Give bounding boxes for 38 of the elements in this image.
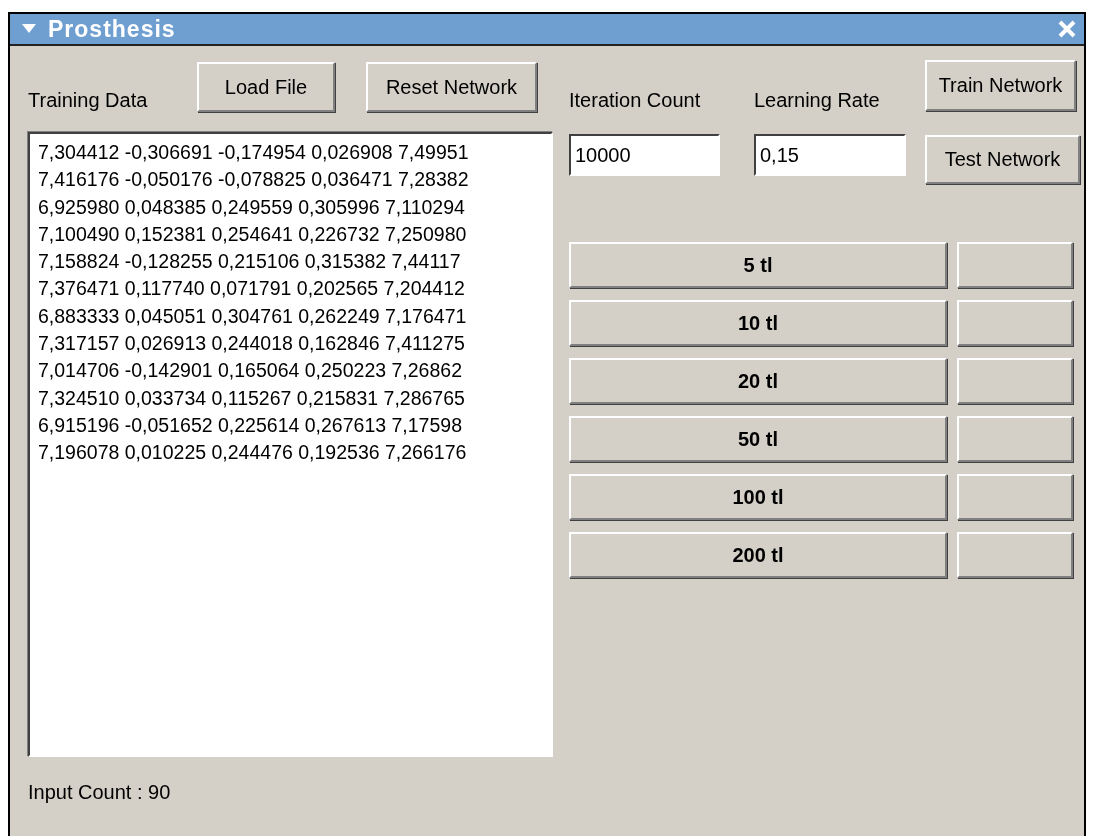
- field-label: Learning Rate: [754, 89, 881, 112]
- amount-button[interactable]: 200 tl: [569, 532, 947, 578]
- data-text-area[interactable]: [28, 132, 553, 757]
- blank-button[interactable]: [957, 532, 1073, 578]
- amount-button[interactable]: 10 tl: [569, 300, 947, 346]
- amount-button[interactable]: 50 tl: [569, 416, 947, 462]
- field-label: Training Data: [28, 89, 149, 112]
- input-field[interactable]: 10000: [569, 134, 720, 176]
- reset-network-button[interactable]: Reset Network: [366, 62, 537, 112]
- blank-button[interactable]: [957, 358, 1073, 404]
- input-field[interactable]: 0,15: [754, 134, 906, 176]
- blank-button[interactable]: [957, 474, 1073, 520]
- data-line: 7,317157 0,026913 0,244018 0,162846 7,411275: [38, 331, 466, 357]
- close-icon[interactable]: [1058, 20, 1076, 38]
- data-line: 6,925980 0,048385 0,249559 0,305996 7,110294: [38, 194, 466, 220]
- amount-button[interactable]: 5 tl: [569, 242, 947, 288]
- data-line: 6,915196 -0,051652 0,225614 0,267613 7,17598: [38, 412, 463, 438]
- window-title: Prosthesis: [48, 15, 177, 43]
- blank-button[interactable]: [957, 416, 1073, 462]
- amount-button[interactable]: 20 tl: [569, 358, 947, 404]
- train-network-button[interactable]: Train Network: [925, 60, 1076, 111]
- blank-button[interactable]: [957, 242, 1073, 288]
- data-line: 7,196078 0,010225 0,244476 0,192536 7,266176: [38, 440, 468, 466]
- data-line: 6,883333 0,045051 0,304761 0,262249 7,176471: [38, 303, 468, 329]
- collapse-icon[interactable]: [22, 24, 36, 34]
- data-line: 7,304412 -0,306691 -0,174954 0,026908 7,49951: [38, 140, 470, 165]
- data-line: 7,100490 0,152381 0,254641 0,226732 7,250980: [38, 221, 468, 247]
- blank-button[interactable]: [957, 300, 1073, 346]
- field-label: Iteration Count: [569, 89, 702, 112]
- status-text: Input Count : 90: [28, 781, 171, 804]
- data-line: 7,376471 0,117740 0,071791 0,202565 7,204412: [38, 276, 466, 302]
- data-line: 7,416176 -0,050176 -0,078825 0,036471 7,28382: [38, 167, 470, 193]
- load-file-button[interactable]: Load File: [197, 62, 335, 112]
- data-line: 7,324510 0,033734 0,115267 0,215831 7,286765: [38, 385, 466, 411]
- test-network-button[interactable]: Test Network: [925, 135, 1080, 184]
- data-line: 7,014706 -0,142901 0,165064 0,250223 7,26862: [38, 358, 463, 384]
- amount-button[interactable]: 100 tl: [569, 474, 947, 520]
- data-line: 7,158824 -0,128255 0,215106 0,315382 7,44117: [38, 249, 462, 275]
